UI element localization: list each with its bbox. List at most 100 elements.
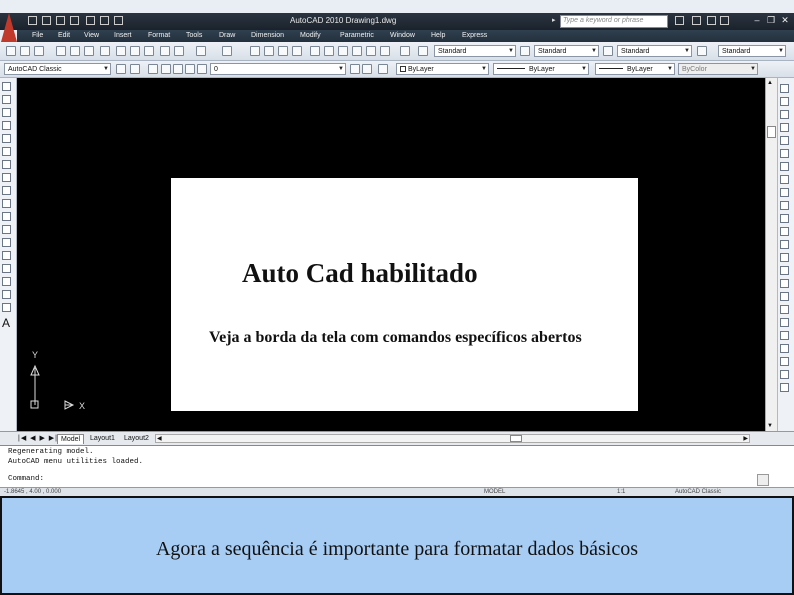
command-window[interactable]: Regenerating model. AutoCAD menu utiliti… [0, 445, 794, 487]
workspace-select[interactable]: AutoCAD Classic ▼ [4, 63, 111, 75]
scroll-left-icon[interactable]: ◀ [157, 435, 162, 442]
undo-icon[interactable] [86, 16, 95, 25]
point-icon[interactable] [2, 251, 11, 260]
join-icon[interactable] [780, 240, 789, 249]
menu-modify[interactable]: Modify [300, 32, 321, 39]
plot-icon[interactable] [114, 16, 123, 25]
horizontal-scroll-thumb[interactable] [510, 435, 522, 442]
annotation-scale[interactable]: 1:1 [617, 489, 625, 495]
spline-icon[interactable] [2, 186, 11, 195]
trim-icon[interactable] [780, 201, 789, 210]
key-icon[interactable] [692, 16, 701, 25]
scroll-up-icon[interactable]: ▲ [767, 80, 773, 86]
scroll-thumb[interactable] [767, 126, 776, 138]
tab-nav-icon[interactable]: |◀ ◀ ▶ ▶| [18, 434, 58, 442]
make-block-icon[interactable] [2, 238, 11, 247]
linetype-select[interactable]: ByLayer ▼ [493, 63, 589, 75]
array-icon[interactable] [780, 136, 789, 145]
plot-style-select[interactable]: ByColor ▼ [678, 63, 758, 75]
line-icon[interactable] [2, 82, 11, 91]
zoom-previous-icon[interactable] [292, 46, 302, 56]
circle-icon[interactable] [2, 160, 11, 169]
scroll-right-icon[interactable]: ▶ [743, 435, 748, 442]
table-style-select[interactable]: Standard ▼ [617, 45, 692, 57]
insert-block-icon[interactable] [2, 225, 11, 234]
preview-icon[interactable] [70, 46, 80, 56]
fillet-icon[interactable] [780, 266, 789, 275]
markup-icon[interactable] [366, 46, 376, 56]
search-expand-icon[interactable]: ▸ [552, 16, 556, 24]
save-icon[interactable] [34, 46, 44, 56]
binoculars-icon[interactable] [675, 16, 684, 25]
sun-icon[interactable] [173, 64, 183, 74]
menu-express[interactable]: Express [462, 32, 487, 39]
ellipse-icon[interactable] [2, 199, 11, 208]
layer-color-icon[interactable] [197, 64, 207, 74]
help-icon[interactable] [400, 46, 410, 56]
table-icon[interactable] [2, 303, 11, 312]
menu-parametric[interactable]: Parametric [340, 32, 374, 39]
make-current-layer-icon[interactable] [350, 64, 360, 74]
command-scroll-icon[interactable] [757, 474, 769, 486]
dimension-radius-icon[interactable] [780, 318, 789, 327]
extend-icon[interactable] [780, 214, 789, 223]
dim-style-select[interactable]: Standard ▼ [534, 45, 599, 57]
menu-help[interactable]: Help [431, 32, 445, 39]
color-select[interactable]: ByLayer ▼ [396, 63, 489, 75]
menu-tools[interactable]: Tools [186, 32, 202, 39]
tool-palettes-icon[interactable] [338, 46, 348, 56]
menu-format[interactable]: Format [148, 32, 170, 39]
copy-object-icon[interactable] [780, 97, 789, 106]
pan-icon[interactable] [250, 46, 260, 56]
horizontal-scrollbar[interactable]: ◀ ▶ [155, 434, 750, 443]
layer-previous-icon[interactable] [362, 64, 372, 74]
menu-file[interactable]: File [32, 32, 43, 39]
command-prompt[interactable]: Command: [8, 475, 44, 483]
arc-icon[interactable] [2, 147, 11, 156]
layer-select[interactable]: 0 ▼ [210, 63, 346, 75]
3d-dwf-icon[interactable] [100, 46, 110, 56]
quick-dimension-icon[interactable] [780, 357, 789, 366]
gear-icon[interactable] [130, 64, 140, 74]
zoom-realtime-icon[interactable] [264, 46, 274, 56]
minimize-button[interactable]: – [752, 15, 762, 26]
undo-icon[interactable] [196, 46, 206, 56]
stretch-icon[interactable] [780, 188, 789, 197]
restore-button[interactable]: ❐ [766, 15, 776, 26]
text-style-select[interactable]: Standard ▼ [434, 45, 516, 57]
redo-icon[interactable] [100, 16, 109, 25]
erase-icon[interactable] [780, 84, 789, 93]
properties-icon[interactable] [310, 46, 320, 56]
block-editor-icon[interactable] [174, 46, 184, 56]
rectangle-icon[interactable] [2, 134, 11, 143]
cut-icon[interactable] [116, 46, 126, 56]
star-icon[interactable] [707, 16, 716, 25]
dimension-diameter-icon[interactable] [780, 331, 789, 340]
workspace-settings-icon[interactable] [116, 64, 126, 74]
layer-properties-icon[interactable] [148, 64, 158, 74]
menu-insert[interactable]: Insert [114, 32, 132, 39]
design-center-icon[interactable] [324, 46, 334, 56]
publish-icon[interactable] [84, 46, 94, 56]
redo-icon[interactable] [222, 46, 232, 56]
sheet-set-icon[interactable] [352, 46, 362, 56]
menu-dimension[interactable]: Dimension [251, 32, 284, 39]
paste-icon[interactable] [144, 46, 154, 56]
saveas-icon[interactable] [70, 16, 79, 25]
open-icon[interactable] [20, 46, 30, 56]
construction-line-icon[interactable] [2, 95, 11, 104]
save-icon[interactable] [56, 16, 65, 25]
help-icon[interactable] [720, 16, 729, 25]
dimension-angular-icon[interactable] [780, 344, 789, 353]
close-button[interactable]: ✕ [780, 15, 790, 26]
dimension-linear-icon[interactable] [780, 292, 789, 301]
chamfer-icon[interactable] [780, 253, 789, 262]
search-input[interactable]: Type a keyword or phrase [560, 15, 668, 28]
open-icon[interactable] [42, 16, 51, 25]
menu-window[interactable]: Window [390, 32, 415, 39]
vertical-scrollbar[interactable]: ▲ ▼ [765, 78, 777, 431]
ellipse-arc-icon[interactable] [2, 212, 11, 221]
model-space-button[interactable]: MODEL [484, 489, 505, 495]
workspace-switch[interactable]: AutoCAD Classic [675, 489, 721, 495]
polyline-icon[interactable] [2, 108, 11, 117]
